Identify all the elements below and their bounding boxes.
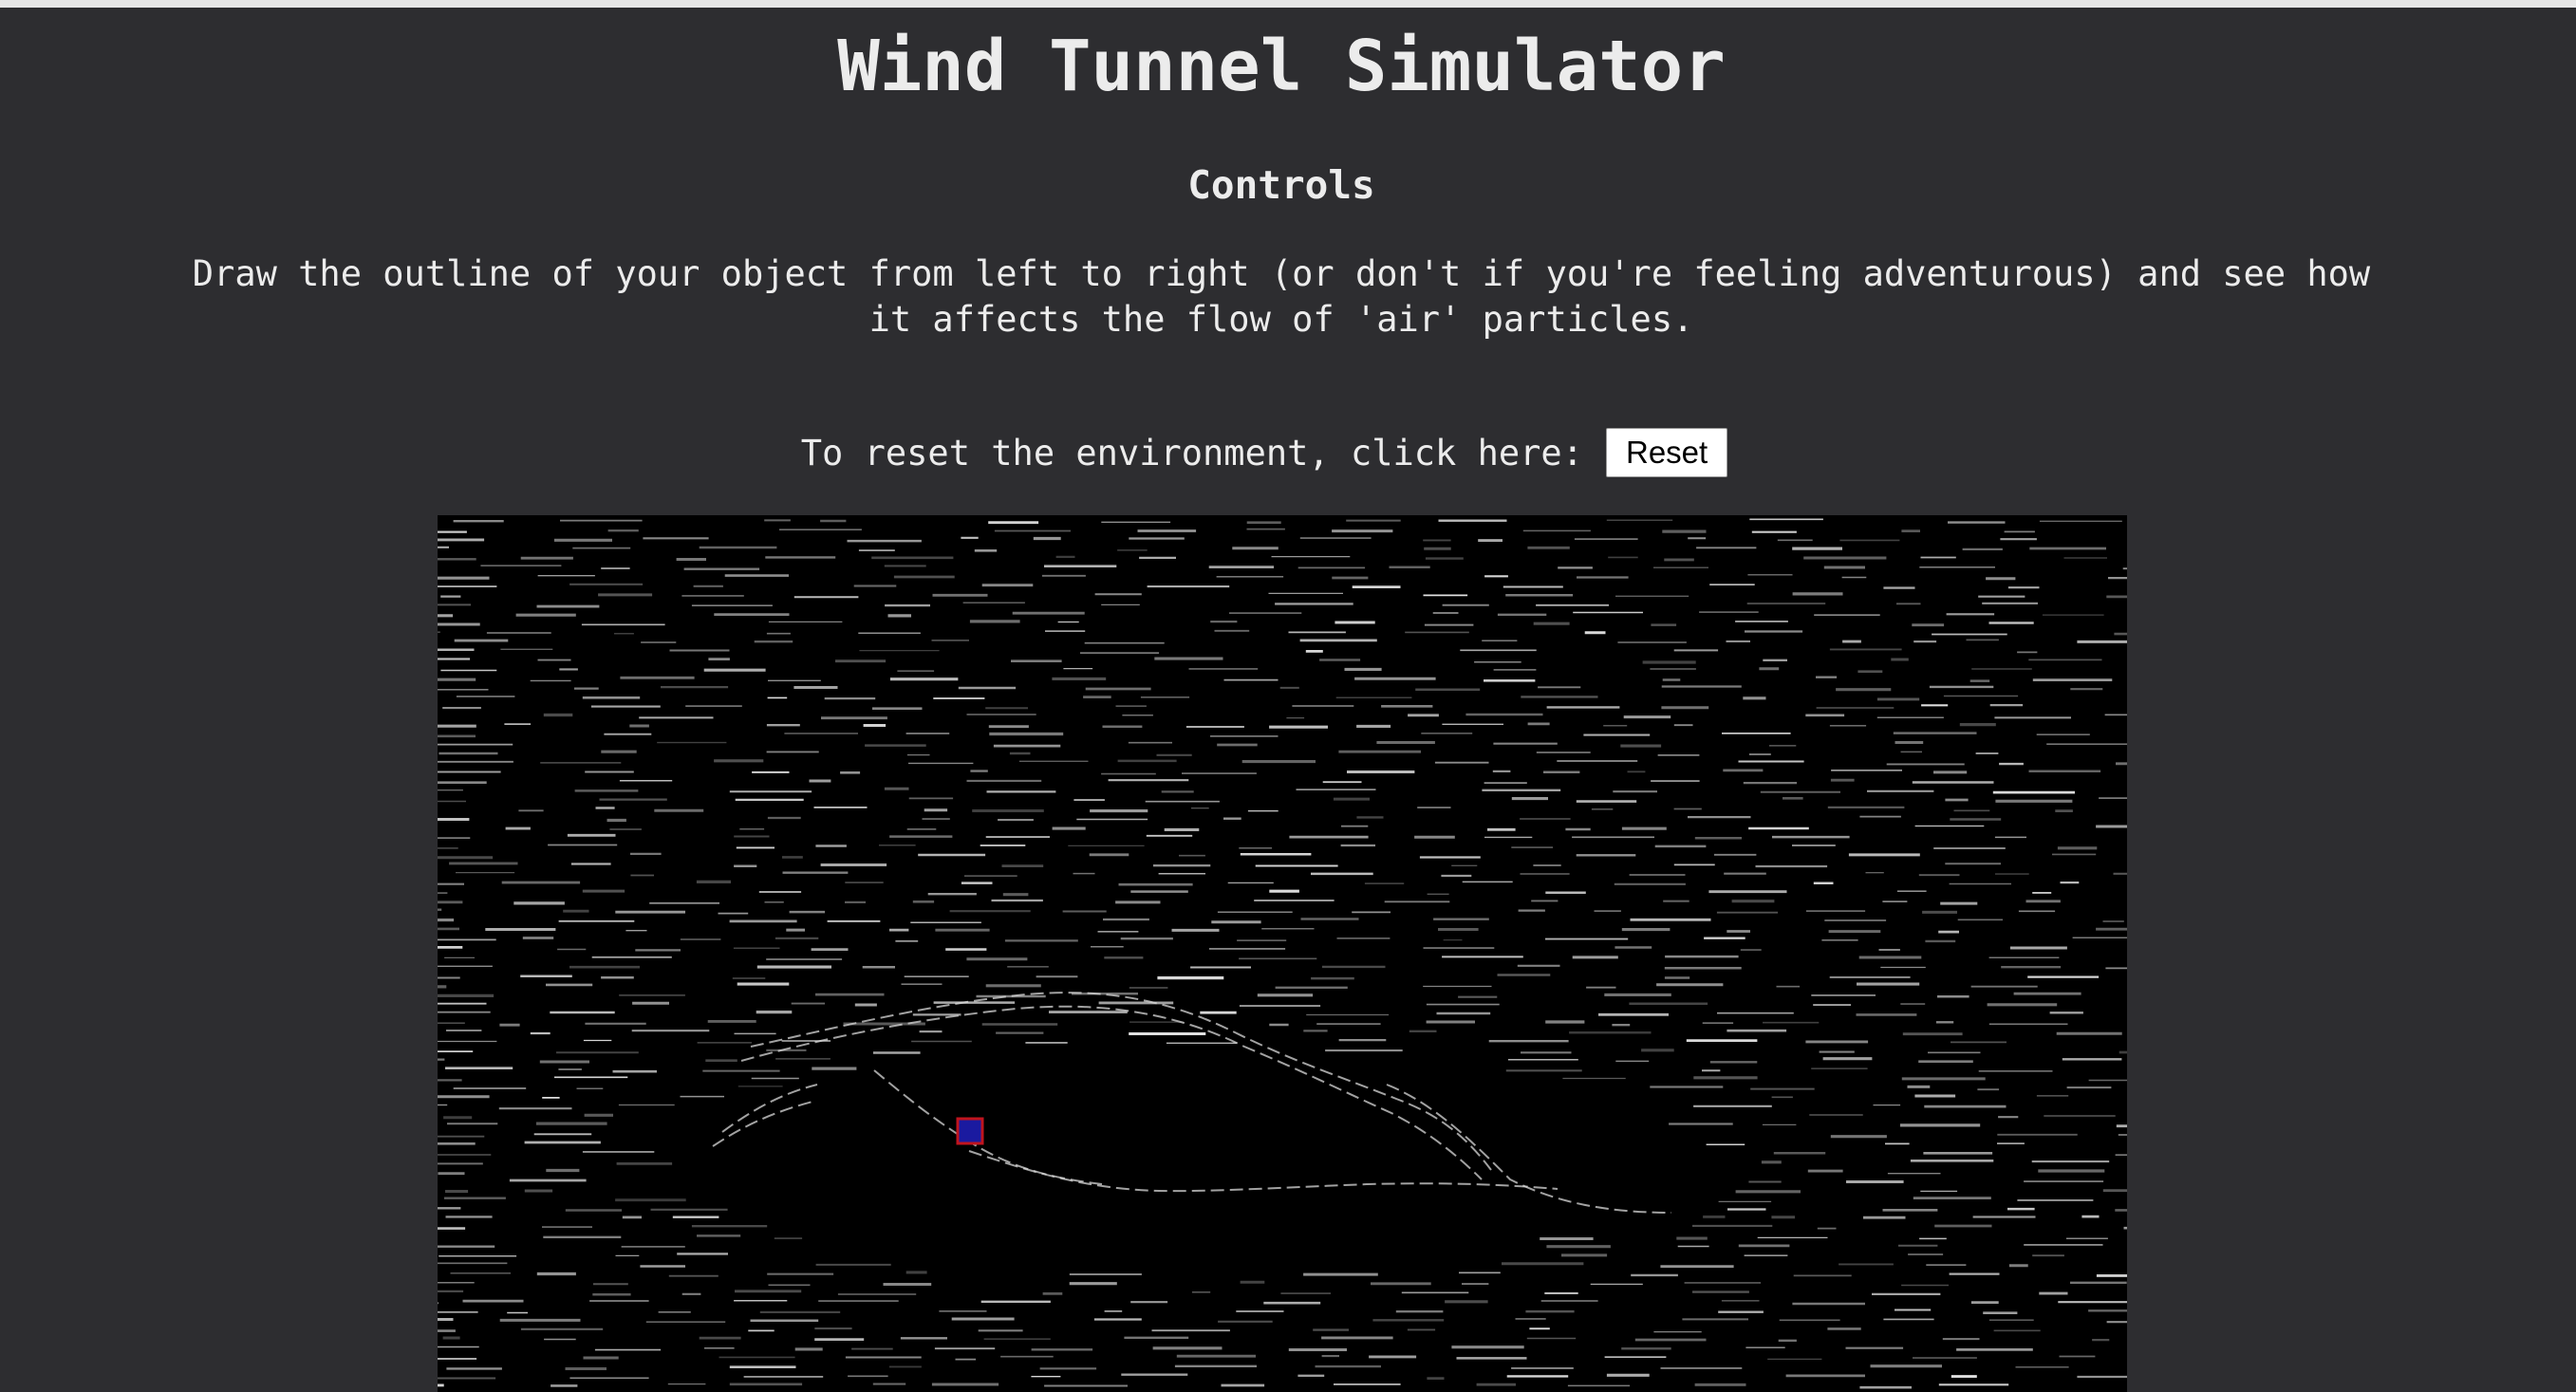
draw-cursor-icon xyxy=(956,1117,984,1145)
instructions-text: Draw the outline of your object from lef… xyxy=(192,253,2371,340)
controls-heading: Controls xyxy=(1187,162,1375,208)
canvas-background xyxy=(438,515,2127,1392)
wind-tunnel-canvas[interactable] xyxy=(438,515,2127,1392)
browser-top-edge xyxy=(0,0,2576,8)
reset-row: To reset the environment, click here: Re… xyxy=(0,427,2576,478)
page-title: Wind Tunnel Simulator xyxy=(837,26,1726,107)
reset-button[interactable]: Reset xyxy=(1606,428,1728,477)
cursor-marker xyxy=(956,1117,984,1145)
reset-label: To reset the environment, click here: xyxy=(800,432,1583,473)
